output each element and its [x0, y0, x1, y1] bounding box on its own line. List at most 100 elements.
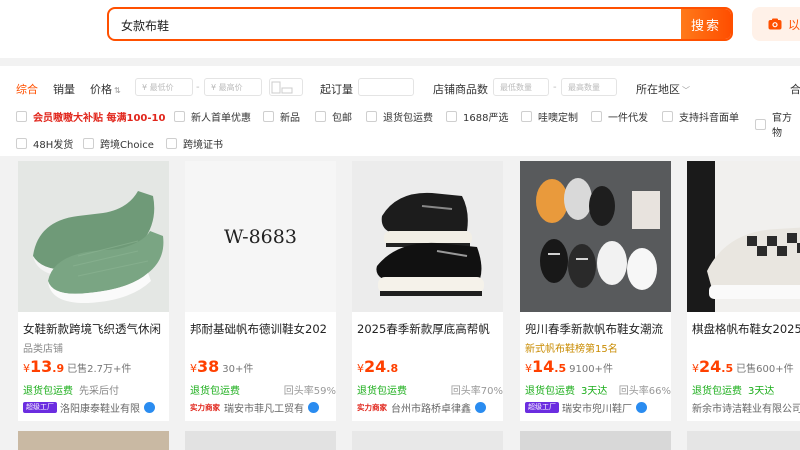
price-max-input[interactable]: ¥ 最高价 [204, 78, 262, 96]
checkbox[interactable] [16, 111, 27, 122]
product-card[interactable]: 女鞋新款跨境飞织透气休闲 品类店铺 ¥13.9 已售2.7万+件 退货包运费 先采后… [18, 161, 169, 421]
option-official[interactable]: 官方物 [755, 109, 800, 139]
product-image[interactable] [352, 161, 503, 312]
checkbox[interactable] [263, 111, 274, 122]
price-decimal: .8 [386, 362, 399, 375]
option-return-shipping[interactable]: 退货包运费 [366, 109, 433, 124]
chevron-down-icon: ﹀ [682, 86, 690, 95]
checkbox[interactable] [755, 118, 766, 130]
shop-name: 新余市诗洁鞋业有限公司 [692, 404, 800, 415]
next-row-card[interactable] [18, 431, 169, 450]
product-title[interactable]: 女鞋新款跨境飞织透气休闲 [23, 321, 169, 337]
shop-link[interactable]: 超级工厂 洛阳康泰鞋业有限 [23, 400, 169, 415]
overflow-label: 合 [790, 83, 800, 96]
count-min-input[interactable]: 最低数量 [493, 78, 549, 96]
product-price: ¥38 30+件 [190, 357, 254, 376]
region-filter[interactable]: 所在地区 ﹀ [636, 81, 690, 97]
next-row-card[interactable] [520, 431, 671, 450]
super-factory-badge: 超级工厂 [23, 402, 57, 413]
checkbox[interactable] [366, 111, 377, 122]
option-new-product[interactable]: 新品 [263, 109, 300, 124]
service-return: 退货包运费 [357, 386, 407, 397]
option-label: 跨境证书 [183, 140, 223, 151]
checkbox[interactable] [662, 111, 673, 122]
product-card[interactable]: W-8683 邦耐基础帆布德训鞋女202 ¥38 30+件 退货包运费 回头率59%… [185, 161, 336, 421]
product-image[interactable]: W-8683 [185, 161, 336, 312]
option-new-user[interactable]: 新人首单优惠 [174, 109, 251, 124]
price-min-input[interactable]: ¥ 最低价 [135, 78, 193, 96]
option-custom[interactable]: 哇噢定制 [521, 109, 578, 124]
product-title[interactable]: 邦耐基础帆布德训鞋女202 [190, 321, 336, 337]
service-tags: 退货包运费 3天达 回头率66% [525, 382, 671, 397]
camera-icon [768, 18, 782, 30]
product-title[interactable]: 2025春季新款厚底高帮帆 [357, 321, 503, 337]
checkbox[interactable] [521, 111, 532, 122]
region-label: 所在地区 [636, 83, 680, 96]
green-knit-shoe-image [18, 161, 169, 312]
price-integer: 24 [699, 357, 722, 376]
price-integer: 24 [364, 357, 387, 376]
image-search-button[interactable]: 以 [752, 7, 800, 41]
min-order-input[interactable] [358, 78, 414, 96]
option-free-shipping[interactable]: 包邮 [315, 109, 352, 124]
product-card[interactable]: 2025春季新款厚底高帮帆 ¥24.8 退货包运费 回头率70% 实力商家 台州市路… [352, 161, 503, 421]
sort-tab-sales[interactable]: 销量 [53, 81, 75, 97]
search-button[interactable]: 搜索 [681, 9, 731, 39]
price-histogram-icon [271, 81, 293, 94]
product-card[interactable]: 兜川春季新款帆布鞋女潮流 新式帆布鞋榜第15名 ¥14.5 9100+件 退货包运… [520, 161, 671, 421]
next-row-card[interactable] [185, 431, 336, 450]
service-return: 退货包运费 [23, 386, 73, 397]
option-label: 支持抖音面单 [679, 113, 739, 124]
option-crossborder-cert[interactable]: 跨境证书 [166, 136, 223, 151]
sold-count: 30+件 [222, 364, 254, 375]
option-1688-select[interactable]: 1688严选 [446, 109, 508, 124]
price-range-chart[interactable] [269, 78, 303, 96]
image-search-label: 以 [788, 17, 800, 32]
product-card[interactable]: 棋盘格帆布鞋女2025 ¥24.5 已售600+件 退货包运费 3天达 新余市诗洁鞋… [687, 161, 800, 421]
shop-link[interactable]: 新余市诗洁鞋业有限公司 [692, 400, 800, 415]
checkbox[interactable] [315, 111, 326, 122]
option-label: 1688严选 [463, 113, 509, 124]
search-input[interactable] [121, 15, 661, 35]
product-price: ¥14.5 9100+件 [525, 357, 613, 376]
count-max-input[interactable]: 最高数量 [561, 78, 617, 96]
shop-link[interactable]: 超级工厂 瑞安市兜川鞋厂 [525, 400, 671, 415]
option-member-subsidy[interactable]: 会员嗷嗷大补贴 每满100-10 [16, 109, 165, 124]
product-title[interactable]: 棋盘格帆布鞋女2025 [692, 321, 800, 337]
filter-panel: 综合 销量 价格 ⇅ ¥ 最低价 - ¥ 最高价 起订量 店铺商品数 最低数量 -… [0, 66, 800, 156]
service-return: 退货包运费 [190, 386, 240, 397]
checkbox[interactable] [591, 111, 602, 122]
sort-tab-price[interactable]: 价格 ⇅ [90, 81, 121, 97]
next-row-card[interactable] [687, 431, 800, 450]
option-douyin[interactable]: 支持抖音面单 [662, 109, 739, 124]
option-dropship[interactable]: 一件代发 [591, 109, 648, 124]
sort-arrows-icon: ⇅ [114, 86, 121, 95]
shop-name: 瑞安市兜川鞋厂 [562, 404, 632, 415]
checkbox[interactable] [83, 138, 94, 149]
sort-tab-comprehensive[interactable]: 综合 [16, 81, 38, 97]
product-image[interactable] [18, 161, 169, 312]
verified-icon [144, 402, 155, 413]
shop-name: 洛阳康泰鞋业有限 [60, 404, 140, 415]
product-image[interactable] [520, 161, 671, 312]
price-decimal: .9 [52, 362, 65, 375]
checkbox[interactable] [446, 111, 457, 122]
shop-name: 瑞安市菲凡工贸有 [224, 404, 304, 415]
service-extra: 先采后付 [79, 386, 119, 397]
price-integer: 38 [197, 357, 220, 376]
product-ranking[interactable]: 新式帆布鞋榜第15名 [525, 340, 618, 355]
next-row-card[interactable] [352, 431, 503, 450]
checkbox[interactable] [16, 138, 27, 149]
shop-name: 台州市路桥卓律鑫 [391, 404, 471, 415]
price-integer: 13 [30, 357, 53, 376]
option-label: 官方物 [772, 113, 792, 139]
checkbox[interactable] [174, 111, 185, 122]
shop-link[interactable]: 实力商家 台州市路桥卓律鑫 [357, 400, 503, 415]
option-label: 哇噢定制 [538, 113, 578, 124]
shop-link[interactable]: 实力商家 瑞安市菲凡工贸有 [190, 400, 336, 415]
option-48h[interactable]: 48H发货 [16, 136, 73, 151]
checkbox[interactable] [166, 138, 177, 149]
product-title[interactable]: 兜川春季新款帆布鞋女潮流 [525, 321, 671, 337]
option-crossborder-choice[interactable]: 跨境Choice [83, 136, 154, 151]
product-image[interactable] [687, 161, 800, 312]
